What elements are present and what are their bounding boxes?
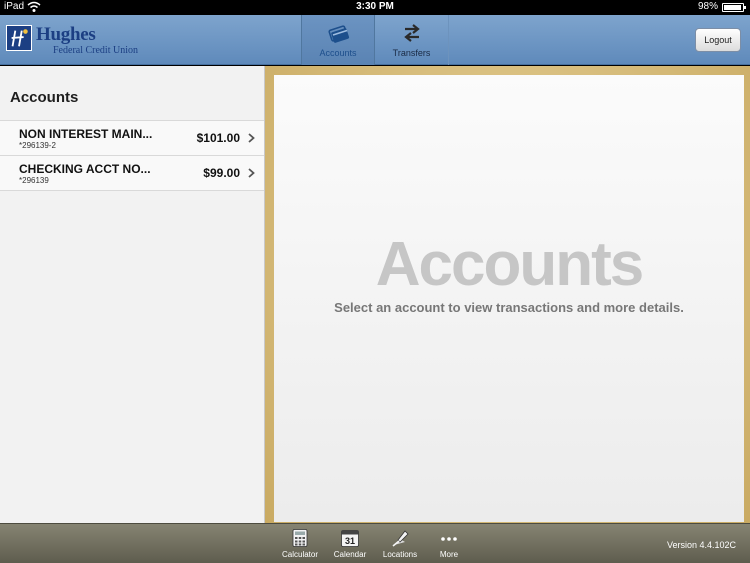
clock-time: 3:30 PM: [356, 1, 394, 12]
more-dots-icon: [441, 537, 457, 541]
calculator-label: Calculator: [281, 550, 318, 559]
chevron-right-icon: [248, 133, 255, 143]
empty-state-message: Select an account to view transactions a…: [334, 300, 684, 315]
account-name: NON INTEREST MAIN...: [19, 127, 153, 141]
account-row[interactable]: NON INTEREST MAIN... *296139-2 $101.00: [0, 121, 264, 156]
bottom-toolbar: Calculator 31 Calendar Locations More Ve…: [0, 523, 750, 563]
calculator-button[interactable]: Calculator: [274, 524, 326, 563]
calendar-button[interactable]: 31 Calendar: [324, 524, 376, 563]
battery-icon: [722, 3, 746, 12]
account-balance: $101.00: [196, 131, 240, 145]
calendar-label: Calendar: [333, 550, 367, 559]
empty-state-title: Accounts: [375, 230, 644, 299]
tab-accounts[interactable]: Accounts: [301, 15, 375, 65]
tab-accounts-label: Accounts: [319, 48, 357, 58]
account-number: *296139: [19, 176, 49, 185]
hughes-logo: Hughes Federal Credit Union: [6, 23, 146, 57]
more-button[interactable]: More: [423, 524, 475, 563]
logo-mark-icon: [6, 25, 32, 51]
calendar-icon: 31: [341, 530, 359, 547]
calculator-icon: [292, 529, 308, 547]
status-bar: iPad 3:30 PM 98%: [0, 0, 750, 15]
battery-percent: 98%: [697, 1, 718, 12]
tab-transfers-label: Transfers: [392, 48, 431, 58]
logo-subtitle: Federal Credit Union: [53, 45, 138, 56]
account-name: CHECKING ACCT NO...: [19, 162, 151, 176]
locations-label: Locations: [382, 550, 418, 559]
logout-button[interactable]: Logout: [695, 28, 741, 52]
account-list: NON INTEREST MAIN... *296139-2 $101.00 C…: [0, 120, 264, 191]
version-label: Version 4.4.102C: [666, 540, 736, 550]
tab-transfers[interactable]: Transfers: [375, 15, 449, 65]
logo-name: Hughes: [36, 24, 96, 45]
account-row[interactable]: CHECKING ACCT NO... *296139 $99.00: [0, 156, 264, 191]
calendar-day-text: 31: [345, 536, 355, 546]
transfer-arrows-icon: [404, 24, 420, 42]
sidebar-title: Accounts: [10, 89, 79, 106]
account-balance: $99.00: [203, 166, 240, 180]
detail-frame: Accounts Select an account to view trans…: [265, 66, 750, 523]
map-pin-icon: [392, 530, 409, 547]
more-label: More: [439, 550, 459, 559]
chevron-right-icon: [248, 168, 255, 178]
account-number: *296139-2: [19, 141, 56, 150]
detail-panel: Accounts Select an account to view trans…: [274, 75, 744, 522]
accounts-sidebar: Accounts NON INTEREST MAIN... *296139-2 …: [0, 66, 265, 523]
app-header: Hughes Federal Credit Union Accounts Tra…: [0, 15, 750, 65]
credit-card-icon: [328, 25, 350, 43]
locations-button[interactable]: Locations: [374, 524, 426, 563]
